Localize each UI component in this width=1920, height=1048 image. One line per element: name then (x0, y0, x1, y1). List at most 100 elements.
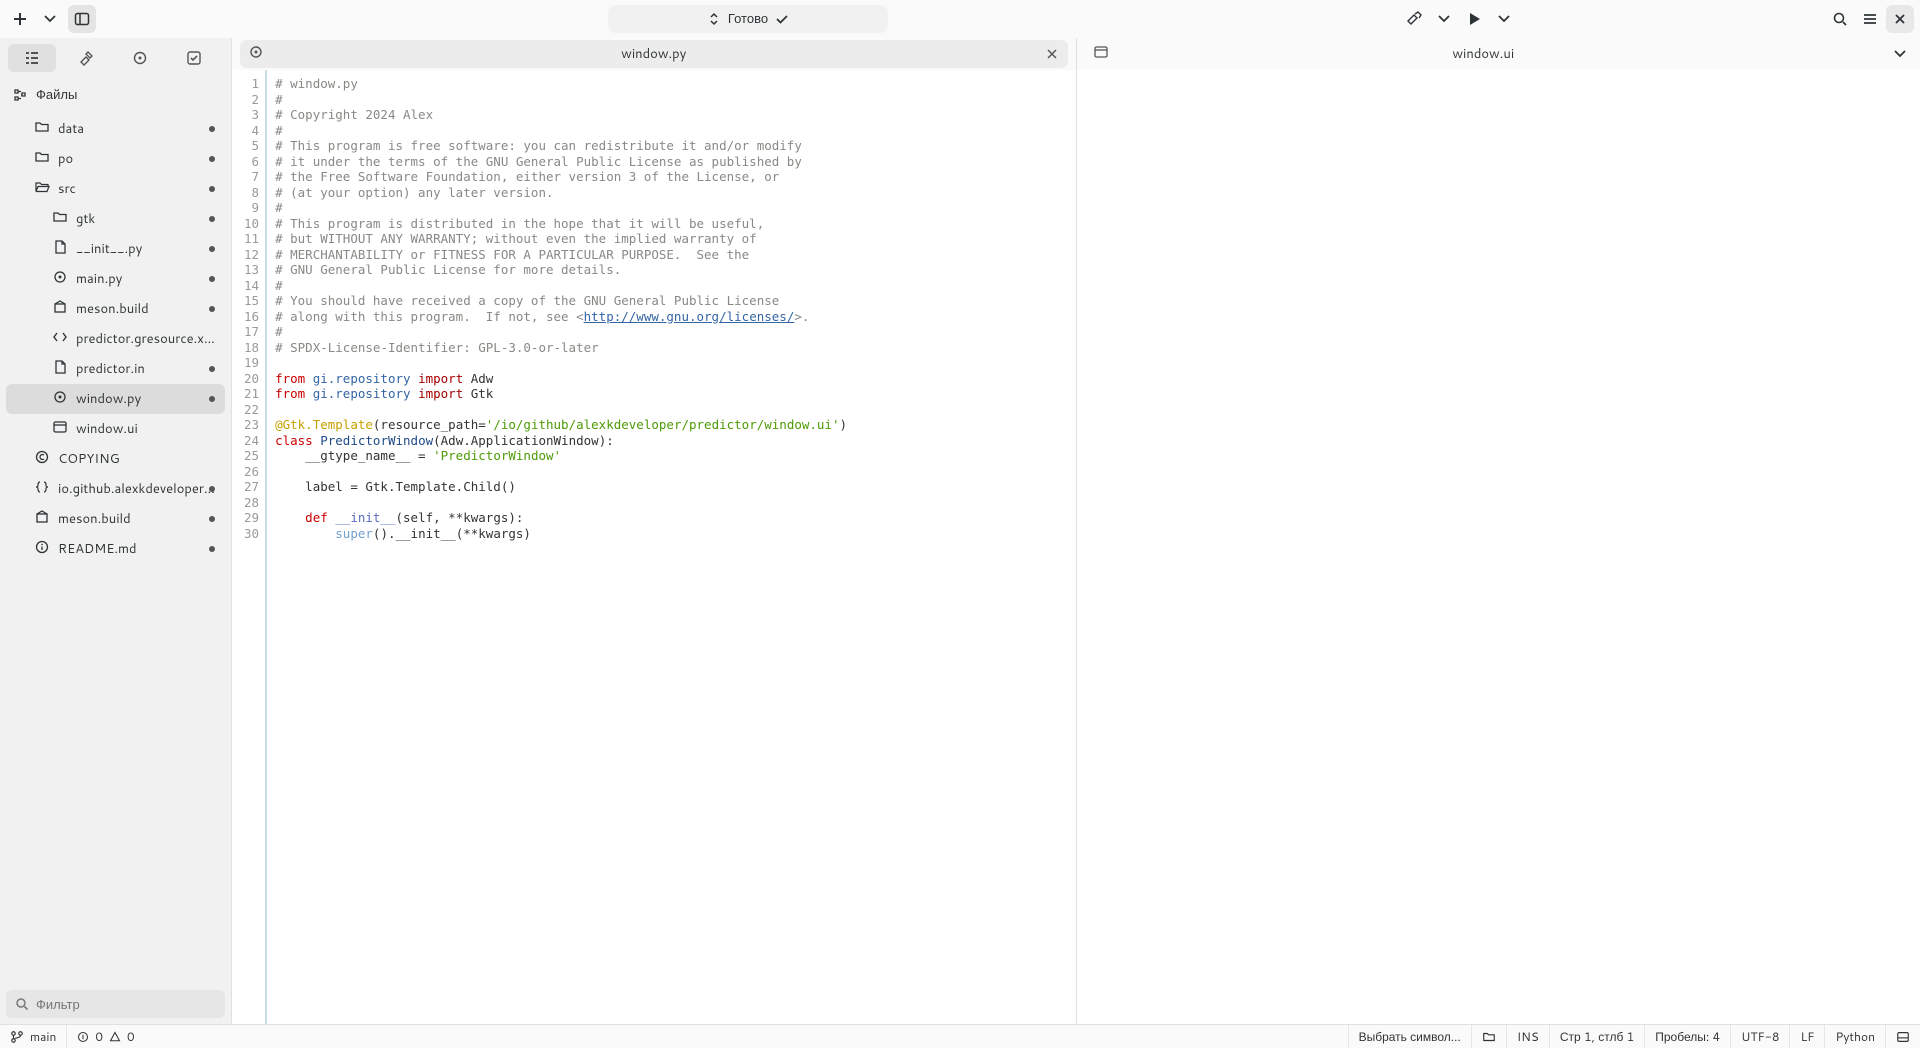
tree-item-label: __init__.py (76, 240, 217, 258)
tree-icon (12, 87, 28, 103)
filter-input[interactable] (36, 997, 217, 1012)
editor-pane-left: window.py 123456789101112131415161718192… (232, 38, 1077, 1024)
tree-item[interactable]: po (6, 144, 225, 174)
warning-icon (109, 1031, 121, 1043)
sidebar-tab-files[interactable] (8, 44, 56, 72)
tab-window-py[interactable]: window.py (240, 40, 1068, 68)
run-button[interactable] (1460, 5, 1488, 33)
chevron-down-icon (1436, 11, 1452, 27)
sidebar-tab-build[interactable] (62, 44, 110, 72)
json-icon (34, 479, 50, 500)
search-button[interactable] (1826, 5, 1854, 33)
tab-menu-button[interactable] (1888, 42, 1912, 66)
code-content[interactable]: # window.py## Copyright 2024 Alex## This… (267, 70, 855, 1024)
tree-item[interactable]: io.github.alexkdeveloper.pre… (6, 474, 225, 504)
tree-item[interactable]: COPYING (6, 444, 225, 474)
modified-dot (209, 276, 215, 282)
sidebar-tabs (0, 38, 231, 78)
errors-count: 0 (95, 1028, 103, 1045)
modified-dot (209, 186, 215, 192)
tree-item-label: predictor.in (76, 360, 217, 378)
tree-item[interactable]: meson.build (6, 504, 225, 534)
hamburger-icon (1862, 11, 1878, 27)
build-status-label: Готово (728, 10, 768, 28)
build-button[interactable] (1400, 5, 1428, 33)
build-menu-button[interactable] (1430, 5, 1458, 33)
statusbar: main 0 0 Выбрать символ… INS Стр 1, стлб… (0, 1024, 1920, 1048)
modified-dot (209, 366, 215, 372)
updown-icon (706, 11, 722, 27)
tree-item[interactable]: __init__.py (6, 234, 225, 264)
tree-item-label: main.py (76, 270, 217, 288)
file-tree[interactable]: dataposrc gtk __init__.py main.py meson.buil… (0, 112, 231, 984)
tab-window-ui[interactable]: window.ui (1085, 40, 1883, 68)
list-tree-icon (24, 50, 40, 66)
close-icon (1892, 11, 1908, 27)
tree-item-label: meson.build (76, 300, 217, 318)
ui-icon (52, 419, 68, 440)
tree-item[interactable]: window.py (6, 384, 225, 414)
indent-settings[interactable]: Пробелы: 4 (1644, 1025, 1730, 1048)
modified-dot (209, 486, 215, 492)
panel-toggle[interactable] (1471, 1025, 1506, 1048)
readme-icon (34, 539, 50, 560)
tools-icon (78, 50, 94, 66)
xml-icon (52, 329, 68, 350)
insert-mode[interactable]: INS (1506, 1025, 1549, 1048)
modified-dot (209, 306, 215, 312)
folder-icon (1482, 1030, 1496, 1044)
tree-item[interactable]: main.py (6, 264, 225, 294)
symbol-selector[interactable]: Выбрать символ… (1348, 1025, 1471, 1048)
language-mode[interactable]: Python (1824, 1025, 1885, 1048)
meson-icon (52, 299, 68, 320)
plus-icon (12, 11, 28, 27)
code-editor[interactable]: 1234567891011121314151617181920212223242… (232, 70, 1076, 1024)
modified-dot (209, 246, 215, 252)
search-icon (1832, 11, 1848, 27)
tree-item[interactable]: README.md (6, 534, 225, 564)
error-icon (77, 1031, 89, 1043)
omnibar[interactable]: Готово (608, 5, 888, 33)
sidebar-tab-tests[interactable] (170, 44, 218, 72)
new-menu-button[interactable] (36, 5, 64, 33)
folder-icon (52, 209, 68, 230)
bottom-panel-toggle[interactable] (1885, 1025, 1920, 1048)
run-menu-button[interactable] (1490, 5, 1518, 33)
tab-close-button[interactable] (1044, 46, 1060, 62)
chevron-down-icon (1892, 46, 1908, 62)
encoding[interactable]: UTF-8 (1730, 1025, 1789, 1048)
chevron-down-icon (42, 11, 58, 27)
tab-label: window.ui (1452, 45, 1514, 63)
branch-label: main (30, 1028, 56, 1045)
tab-label: window.py (621, 45, 686, 63)
toggle-sidebar-button[interactable] (68, 5, 96, 33)
python-icon (52, 389, 68, 410)
tree-item-label: gtk (76, 210, 217, 228)
blank-editor[interactable] (1077, 70, 1920, 1024)
line-ending[interactable]: LF (1789, 1025, 1824, 1048)
sidebar-tab-debug[interactable] (116, 44, 164, 72)
diagnostics[interactable]: 0 0 (66, 1025, 144, 1048)
new-button[interactable] (6, 5, 34, 33)
git-branch[interactable]: main (0, 1025, 66, 1048)
panel-icon (1896, 1030, 1910, 1044)
tree-item[interactable]: window.ui (6, 414, 225, 444)
target-icon (132, 50, 148, 66)
tree-item[interactable]: src (6, 174, 225, 204)
files-panel-header: Файлы (0, 78, 231, 112)
tree-item[interactable]: gtk (6, 204, 225, 234)
close-icon (1046, 48, 1058, 60)
cursor-position[interactable]: Стр 1, стлб 1 (1549, 1025, 1644, 1048)
filter-box[interactable] (6, 990, 225, 1018)
tree-item[interactable]: predictor.in (6, 354, 225, 384)
tabbar-left: window.py (232, 38, 1076, 70)
tree-item[interactable]: predictor.gresource.xml (6, 324, 225, 354)
hammer-icon (1406, 11, 1422, 27)
menu-button[interactable] (1856, 5, 1884, 33)
tree-item[interactable]: data (6, 114, 225, 144)
close-window-button[interactable] (1886, 5, 1914, 33)
play-icon (1466, 11, 1482, 27)
tree-item[interactable]: meson.build (6, 294, 225, 324)
files-panel-title: Файлы (36, 86, 77, 104)
modified-dot (209, 516, 215, 522)
